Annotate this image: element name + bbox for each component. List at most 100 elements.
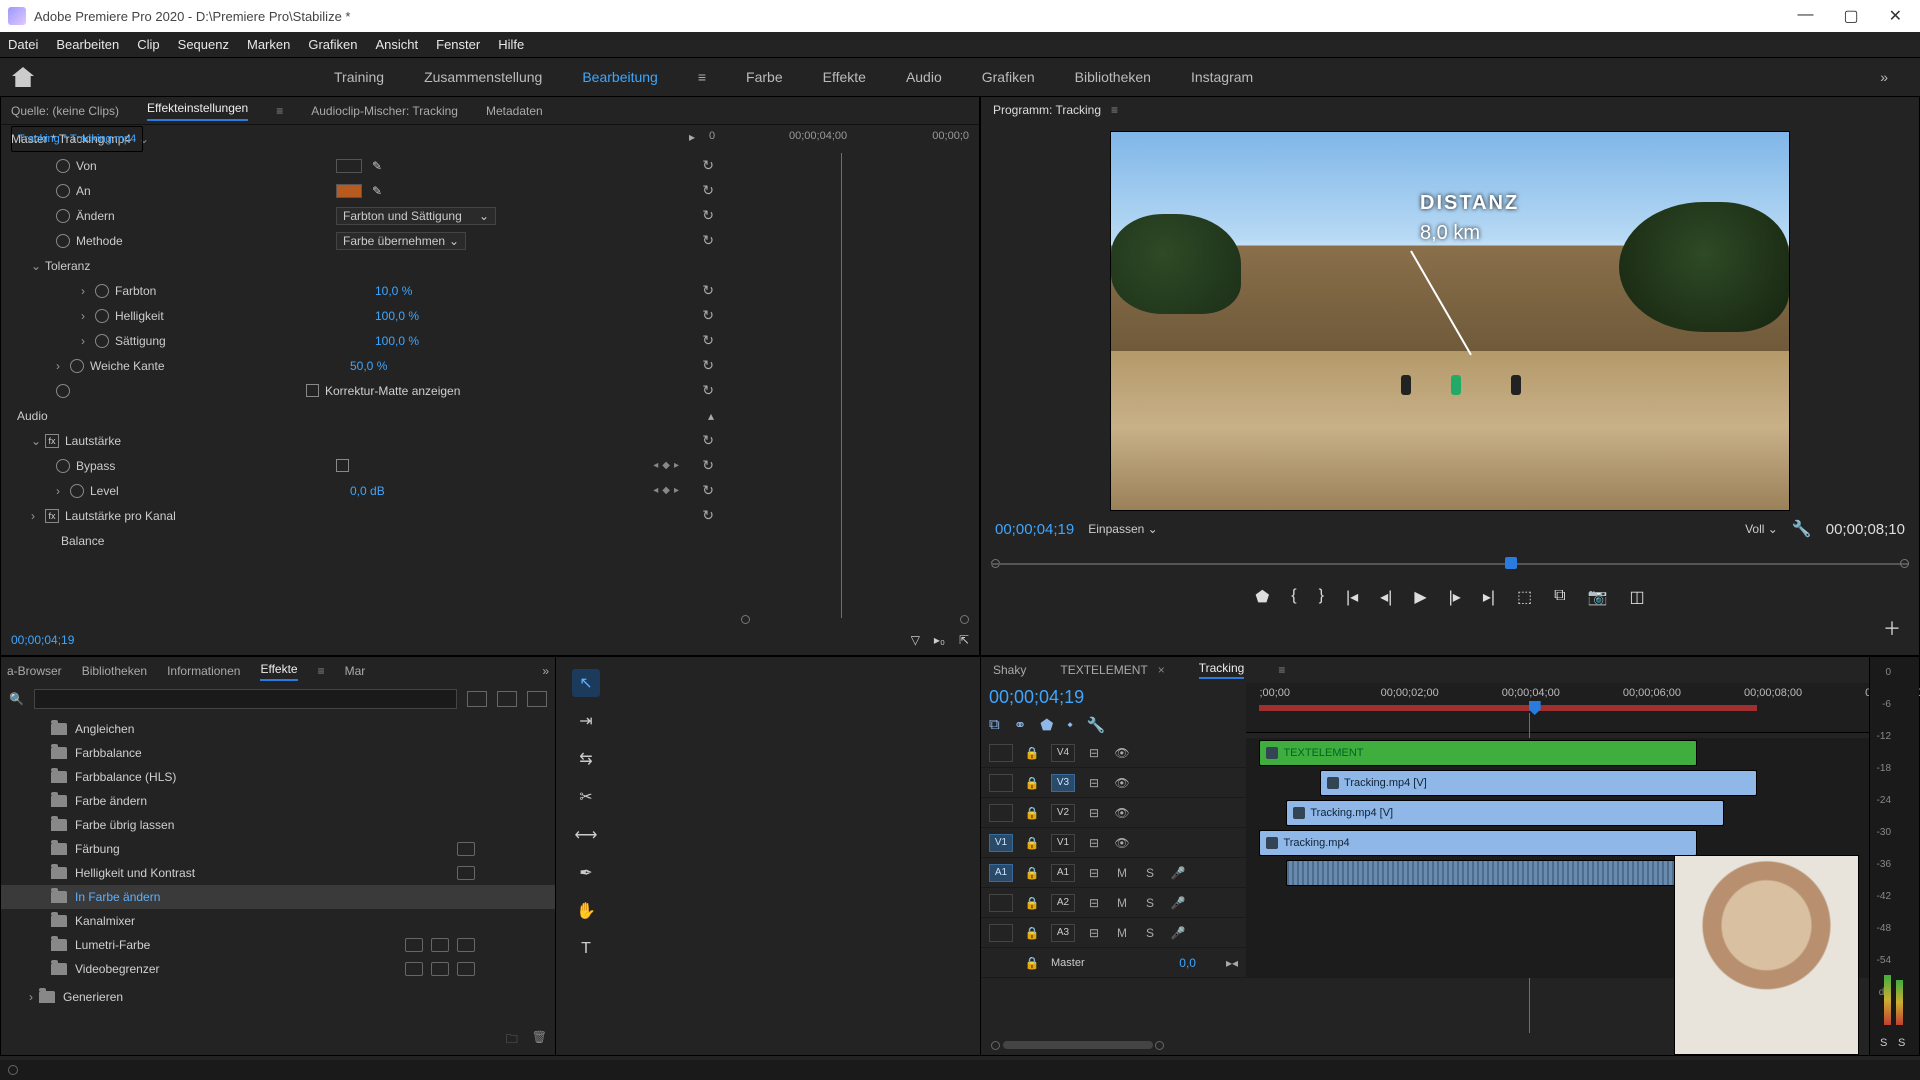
effects-search-input[interactable]	[34, 689, 457, 709]
ec-export-icon[interactable]: ⇱	[959, 633, 969, 647]
menu-sequenz[interactable]: Sequenz	[178, 37, 229, 52]
tab-informationen[interactable]: Informationen	[167, 664, 240, 678]
tl-settings-icon[interactable]: ⬩	[1067, 716, 1072, 734]
ws-bibliotheken[interactable]: Bibliotheken	[1075, 69, 1151, 85]
twist-lspk-icon[interactable]: ›	[31, 509, 45, 523]
timeline-ruler[interactable]: ;00;0000;00;02;0000;00;04;0000;00;06;000…	[1246, 683, 1919, 733]
sync-lock-icon[interactable]: ⊟	[1085, 926, 1103, 940]
sync-lock-icon[interactable]: ⊟	[1085, 746, 1103, 760]
menu-bearbeiten[interactable]: Bearbeiten	[56, 37, 119, 52]
lock-icon[interactable]: 🔒	[1023, 806, 1041, 820]
reset-korr-icon[interactable]: ↻	[702, 382, 714, 399]
sync-lock-icon[interactable]: ⊟	[1085, 836, 1103, 850]
dropdown-methode[interactable]: Farbe übernehmen⌄	[336, 232, 466, 250]
program-menu-icon[interactable]: ≡	[1111, 103, 1118, 117]
mute-icon[interactable]: M	[1113, 896, 1131, 910]
val-saettigung[interactable]: 100,0 %	[375, 334, 419, 348]
track-target[interactable]: V4	[1051, 744, 1075, 762]
lock-icon[interactable]: 🔒	[1023, 746, 1041, 760]
source-patch[interactable]	[989, 804, 1013, 822]
toggle-output-icon[interactable]: 👁	[1113, 776, 1131, 790]
master-out-icon[interactable]: ▸◂	[1226, 956, 1238, 970]
hand-tool-icon[interactable]: ✋	[572, 897, 600, 925]
track-target[interactable]: A3	[1051, 924, 1075, 942]
add-marker-icon[interactable]: ⬟	[1255, 587, 1269, 607]
reset-satt-icon[interactable]: ↻	[702, 332, 714, 349]
val-farbton[interactable]: 10,0 %	[375, 284, 412, 298]
wrench-icon[interactable]: 🔧	[1792, 519, 1812, 539]
work-area-bar[interactable]	[1259, 705, 1757, 711]
fx-item[interactable]: Videobegrenzer	[1, 957, 555, 981]
meter-solo-r[interactable]: S	[1898, 1037, 1905, 1049]
fx-item[interactable]: Lumetri-Farbe	[1, 933, 555, 957]
tab-menu-icon[interactable]: ≡	[276, 104, 283, 118]
program-fit-dropdown[interactable]: Einpassen ⌄	[1088, 522, 1157, 536]
timeline-clip[interactable]: TEXTELEMENT	[1259, 740, 1696, 766]
kf-aendern-icon[interactable]	[56, 209, 70, 223]
pen-tool-icon[interactable]: ✒	[572, 859, 600, 887]
kf-bypass-icon[interactable]	[56, 459, 70, 473]
reset-hell-icon[interactable]: ↻	[702, 307, 714, 324]
tab-abrowser[interactable]: a-Browser	[7, 664, 62, 678]
tl-link-icon[interactable]: ⚭	[1014, 716, 1027, 734]
fx-item[interactable]: Kanalmixer	[1, 909, 555, 933]
program-title[interactable]: Programm: Tracking	[993, 103, 1101, 117]
lock-icon[interactable]: 🔒	[1023, 866, 1041, 880]
voice-over-icon[interactable]: 🎤	[1169, 866, 1187, 880]
program-quality-dropdown[interactable]: Voll ⌄	[1745, 522, 1778, 536]
voice-over-icon[interactable]: 🎤	[1169, 926, 1187, 940]
timeline-clip[interactable]: Tracking.mp4 [V]	[1320, 770, 1757, 796]
seq-tab-tracking[interactable]: Tracking	[1199, 661, 1245, 679]
ripple-tool-icon[interactable]: ⇆	[572, 745, 600, 773]
solo-icon[interactable]: S	[1141, 926, 1159, 940]
home-icon[interactable]	[12, 67, 34, 87]
search-icon[interactable]: 🔍	[9, 692, 24, 706]
new-bin-icon[interactable]: 🗀	[506, 1030, 518, 1051]
fx-bin1-icon[interactable]	[467, 691, 487, 707]
tab-bibliotheken[interactable]: Bibliotheken	[82, 664, 147, 678]
ws-training[interactable]: Training	[334, 69, 384, 85]
ec-mini-timeline[interactable]: ▸ 0 00;00;04;00 00;00;0	[709, 130, 969, 148]
slip-tool-icon[interactable]: ⟷	[572, 821, 600, 849]
tab-mar[interactable]: Mar	[345, 664, 366, 678]
kf-nav-level[interactable]: ◂◆▸	[653, 485, 679, 496]
kf-von-icon[interactable]	[56, 159, 70, 173]
go-in-icon[interactable]: |◂	[1346, 587, 1358, 607]
delete-icon[interactable]: 🗑	[532, 1030, 547, 1051]
tab-metadata[interactable]: Metadaten	[486, 104, 543, 118]
ws-grafiken[interactable]: Grafiken	[982, 69, 1035, 85]
track-target[interactable]: V1	[1051, 834, 1075, 852]
kf-hell-icon[interactable]	[95, 309, 109, 323]
sync-lock-icon[interactable]: ⊟	[1085, 896, 1103, 910]
tab-effekte-menu-icon[interactable]: ≡	[318, 664, 325, 678]
fx-lspk-icon[interactable]: fx	[45, 509, 59, 523]
export-frame-icon[interactable]: 📷	[1588, 587, 1608, 607]
menu-datei[interactable]: Datei	[8, 37, 38, 52]
fx-laut-icon[interactable]: fx	[45, 434, 59, 448]
color-an[interactable]	[336, 184, 362, 198]
maximize-button[interactable]: ▢	[1843, 6, 1858, 26]
source-patch[interactable]	[989, 744, 1013, 762]
mute-icon[interactable]: M	[1113, 926, 1131, 940]
mute-icon[interactable]: M	[1113, 866, 1131, 880]
twist-hell-icon[interactable]: ›	[81, 309, 95, 323]
timeline-timecode[interactable]: 00;00;04;19	[989, 687, 1238, 708]
source-patch[interactable]: V1	[989, 834, 1013, 852]
val-helligkeit[interactable]: 100,0 %	[375, 309, 419, 323]
timeline-clip[interactable]: Tracking.mp4	[1259, 830, 1696, 856]
extract-icon[interactable]: ⧉	[1554, 587, 1565, 607]
mark-out-icon[interactable]: }	[1319, 587, 1324, 607]
checkbox-korrektur[interactable]	[306, 384, 319, 397]
lock-icon[interactable]: 🔒	[1023, 926, 1041, 940]
twist-laut-icon[interactable]: ⌄	[31, 434, 45, 448]
kf-farbton-icon[interactable]	[95, 284, 109, 298]
fx-item[interactable]: Farbbalance	[1, 741, 555, 765]
menu-hilfe[interactable]: Hilfe	[498, 37, 524, 52]
toggle-output-icon[interactable]: 👁	[1113, 746, 1131, 760]
seq-tab-shaky[interactable]: Shaky	[993, 663, 1026, 677]
step-back-icon[interactable]: ◂|	[1380, 587, 1392, 607]
lock-icon[interactable]: 🔒	[1023, 956, 1041, 970]
ec-play-icon[interactable]: ▸	[689, 130, 695, 144]
reset-bypass-icon[interactable]: ↻	[702, 457, 714, 474]
seq-tab-menu-icon[interactable]: ≡	[1278, 663, 1285, 677]
